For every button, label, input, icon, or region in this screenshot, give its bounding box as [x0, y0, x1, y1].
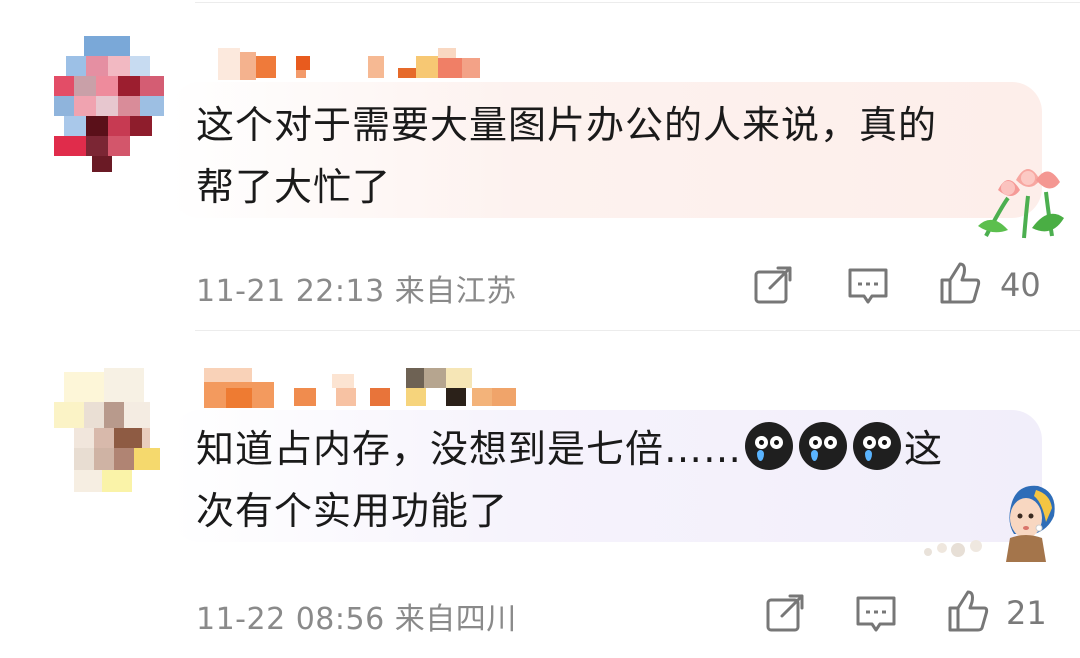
- tulip-sticker-icon: [978, 169, 1064, 239]
- crying-emoji-icon: [799, 422, 848, 470]
- reply-icon[interactable]: [844, 262, 892, 310]
- share-icon[interactable]: [750, 262, 798, 310]
- comment-meta: 11-21 22:13 来自江苏: [196, 274, 517, 309]
- like-count: 40: [1000, 266, 1041, 304]
- like-icon[interactable]: [936, 260, 984, 308]
- reply-icon[interactable]: [852, 590, 900, 638]
- crying-emoji-icon: [853, 422, 902, 470]
- avatar[interactable]: [54, 36, 166, 172]
- crying-emoji-icon: [745, 422, 794, 470]
- username[interactable]: [204, 368, 524, 408]
- comment-text-main: 知道占内存，没想到是七倍……: [196, 427, 743, 471]
- like-icon[interactable]: [944, 588, 992, 636]
- comment-item: 这个对于需要大量图片办公的人来说，真的 帮了大忙了 11-21 22:13 来自…: [0, 0, 1080, 330]
- username[interactable]: [218, 48, 488, 84]
- girl-sticker-icon: [924, 485, 1055, 562]
- comment-text: 这个对于需要大量图片办公的人来说，真的 帮了大忙了: [196, 103, 938, 209]
- comment-text: 知道占内存，没想到是七倍…… 这 次有个实用功能了: [196, 418, 1036, 542]
- avatar[interactable]: [54, 366, 166, 498]
- comment-meta: 11-22 08:56 来自四川: [196, 602, 517, 637]
- like-count: 21: [1006, 594, 1047, 632]
- share-icon[interactable]: [762, 590, 810, 638]
- comment-item: 知道占内存，没想到是七倍…… 这 次有个实用功能了 11-22 08:56 来自四…: [0, 330, 1080, 658]
